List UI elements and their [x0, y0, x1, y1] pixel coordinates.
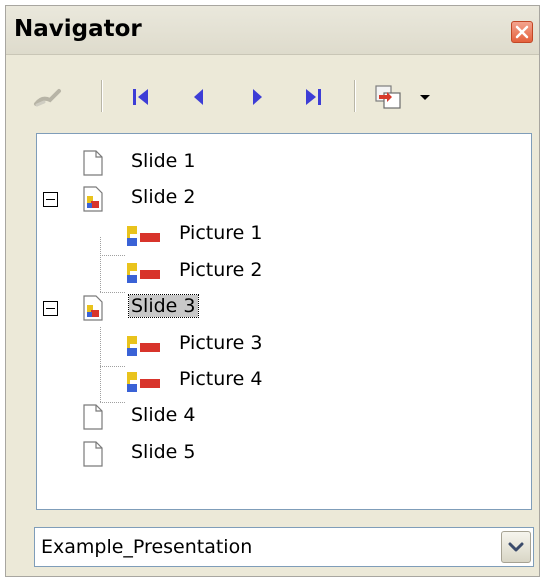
tree-item-slide-2[interactable]: Slide 2 — [37, 182, 527, 218]
close-icon — [515, 25, 529, 39]
navigator-tree: Slide 1 Slide 2 Picture 1 Picture 2 Slid… — [36, 133, 532, 510]
tree-item-picture-1[interactable]: Picture 1 — [37, 218, 527, 254]
next-slide-button[interactable] — [242, 82, 272, 112]
toolbar-separator — [354, 80, 356, 112]
tree-item-label: Picture 1 — [179, 222, 263, 244]
next-slide-icon — [253, 89, 262, 105]
drag-mode-icon — [375, 85, 401, 109]
collapse-toggle[interactable] — [43, 192, 58, 207]
pointer-button[interactable] — [32, 82, 62, 112]
document-select-value: Example_Presentation — [41, 536, 253, 558]
last-slide-button[interactable] — [298, 82, 328, 112]
document-select-dropdown-button[interactable] — [501, 531, 531, 563]
tree-item-slide-3[interactable]: Slide 3 — [37, 291, 527, 327]
picture-shape-icon — [127, 263, 160, 283]
tree-item-label: Picture 4 — [179, 368, 263, 390]
tree-item-slide-5[interactable]: Slide 5 — [37, 437, 527, 473]
tree-item-label: Picture 2 — [179, 259, 263, 281]
drag-mode-button[interactable] — [373, 82, 403, 112]
document-select[interactable]: Example_Presentation — [34, 527, 534, 567]
navigator-toolbar — [6, 68, 539, 124]
title-bar: Navigator — [6, 6, 539, 55]
chevron-down-icon — [420, 95, 430, 100]
tree-item-label: Picture 3 — [179, 332, 263, 354]
navigator-window: Navigator Slide 1 Slide 2 Picture 1 Pict… — [5, 5, 540, 577]
tree-item-label: Slide 2 — [131, 186, 196, 208]
picture-shape-icon — [127, 226, 160, 246]
first-slide-icon — [133, 89, 148, 105]
first-slide-button[interactable] — [126, 82, 156, 112]
drag-mode-menu-button[interactable] — [414, 82, 436, 112]
tree-item-slide-1[interactable]: Slide 1 — [37, 146, 527, 182]
picture-shape-icon — [127, 336, 160, 356]
tree-item-picture-2[interactable]: Picture 2 — [37, 255, 527, 291]
pointer-icon — [34, 89, 61, 107]
tree-item-label: Slide 4 — [131, 404, 196, 426]
slide-page-icon — [83, 150, 103, 176]
close-button[interactable] — [511, 21, 533, 43]
previous-slide-icon — [194, 89, 203, 105]
picture-shape-icon — [127, 372, 160, 392]
tree-item-label: Slide 3 — [128, 294, 199, 318]
toolbar-separator — [101, 80, 103, 112]
slide-with-pictures-icon — [83, 186, 103, 212]
slide-page-icon — [83, 404, 103, 430]
tree-item-slide-4[interactable]: Slide 4 — [37, 400, 527, 436]
tree-item-label: Slide 5 — [131, 441, 196, 463]
window-title: Navigator — [14, 16, 142, 42]
slide-with-pictures-icon — [83, 295, 103, 321]
tree-item-picture-4[interactable]: Picture 4 — [37, 364, 527, 400]
collapse-toggle[interactable] — [43, 301, 58, 316]
tree-item-label: Slide 1 — [131, 150, 196, 172]
tree-item-picture-3[interactable]: Picture 3 — [37, 328, 527, 364]
previous-slide-button[interactable] — [184, 82, 214, 112]
slide-page-icon — [83, 441, 103, 467]
chevron-down-icon — [508, 542, 524, 552]
last-slide-icon — [306, 89, 321, 105]
